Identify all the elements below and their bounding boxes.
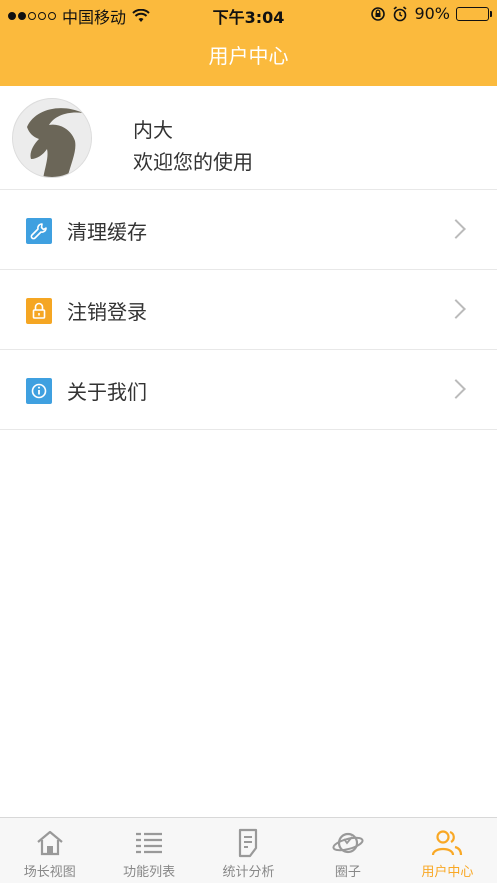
tab-user-center[interactable]: 用户中心 <box>398 818 497 883</box>
profile-name: 内大 <box>133 118 173 142</box>
tab-label: 圈子 <box>334 865 361 880</box>
battery-percent: 90% <box>414 4 450 23</box>
tab-label: 用户中心 <box>421 865 474 880</box>
chevron-right-icon <box>446 219 466 239</box>
menu-item-logout[interactable]: 注销登录 <box>0 270 497 350</box>
status-right: 90% <box>370 4 492 23</box>
settings-menu: 清理缓存 注销登录 关于我们 <box>0 190 497 430</box>
tab-bar: 场长视图 功能列表 统计分析 圈子 用户中心 <box>0 817 497 883</box>
chevron-right-icon <box>446 379 466 399</box>
status-bar: 中国移动 下午3:04 90% <box>0 0 497 28</box>
chevron-right-icon <box>446 299 466 319</box>
rotation-lock-icon <box>371 6 386 21</box>
users-icon <box>432 830 463 856</box>
menu-item-label: 关于我们 <box>67 380 147 404</box>
user-profile[interactable]: 内大 欢迎您的使用 <box>0 86 497 190</box>
list-icon <box>136 832 163 854</box>
lock-icon <box>26 298 52 324</box>
goat-logo-icon <box>13 99 91 177</box>
tab-label: 统计分析 <box>222 865 275 880</box>
tab-feature-list[interactable]: 功能列表 <box>99 818 198 883</box>
profile-welcome: 欢迎您的使用 <box>133 150 253 174</box>
menu-item-about-us[interactable]: 关于我们 <box>0 350 497 430</box>
wrench-icon <box>26 218 52 244</box>
battery-icon <box>456 6 492 21</box>
avatar[interactable] <box>12 98 92 178</box>
tab-farm-view[interactable]: 场长视图 <box>0 818 99 883</box>
menu-item-clear-cache[interactable]: 清理缓存 <box>0 190 497 270</box>
menu-item-label: 清理缓存 <box>67 220 147 244</box>
page-title: 用户中心 <box>208 44 289 68</box>
document-icon <box>238 828 257 858</box>
planet-icon <box>332 832 364 854</box>
tab-label: 场长视图 <box>23 865 76 880</box>
tab-label: 功能列表 <box>123 865 176 880</box>
app-header: 中国移动 下午3:04 90% 用户中心 <box>0 0 497 86</box>
alarm-icon <box>393 5 407 21</box>
tab-circle[interactable]: 圈子 <box>298 818 397 883</box>
menu-item-label: 注销登录 <box>67 300 147 324</box>
tab-statistics[interactable]: 统计分析 <box>199 818 298 883</box>
home-icon <box>36 830 63 856</box>
info-icon <box>26 378 52 404</box>
